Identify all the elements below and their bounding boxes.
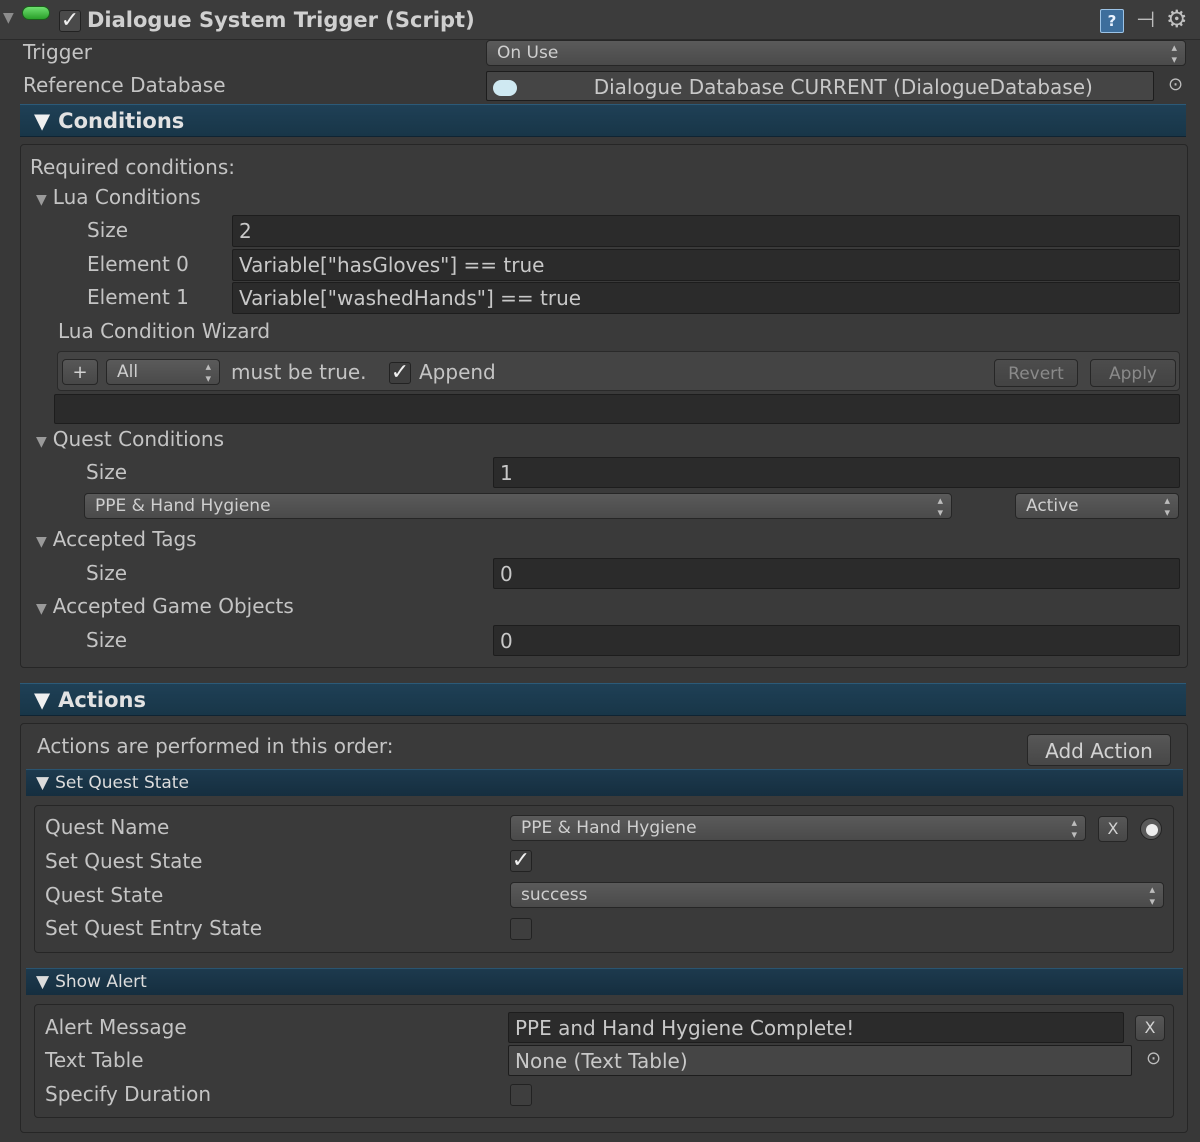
trigger-dropdown[interactable]: On Use ▴ ▾: [486, 40, 1186, 66]
foldout-arrow-icon: ▼: [34, 109, 51, 133]
specify-duration-label: Specify Duration: [45, 1082, 211, 1106]
quest-state-label: Quest State: [45, 883, 164, 907]
dropdown-arrows-icon: ▴ ▾: [205, 360, 211, 385]
quest-name-clear-button[interactable]: X: [1098, 816, 1128, 842]
required-conditions-label: Required conditions:: [30, 155, 235, 179]
wizard-mode-value: All: [117, 362, 139, 382]
quest-size-field[interactable]: 1: [493, 457, 1180, 488]
dropdown-arrows-icon: ▴ ▾: [1164, 494, 1170, 519]
object-picker-icon[interactable]: ⊙: [1168, 74, 1183, 95]
quest-condition-name-value: PPE & Hand Hygiene: [95, 496, 271, 516]
conditions-section-header[interactable]: ▼ Conditions: [20, 104, 1186, 137]
foldout-arrow-icon[interactable]: ▼: [3, 10, 14, 26]
set-quest-entry-state-checkbox[interactable]: [510, 918, 532, 940]
quest-name-value: PPE & Hand Hygiene: [521, 818, 697, 838]
show-alert-title: Show Alert: [55, 972, 147, 992]
alert-message-clear-button[interactable]: X: [1135, 1015, 1165, 1041]
quest-condition-state-dropdown[interactable]: Active ▴ ▾: [1015, 493, 1179, 519]
actions-section-header[interactable]: ▼ Actions: [20, 683, 1186, 716]
lua-element-1-label: Element 1: [87, 285, 189, 309]
quest-size-label: Size: [86, 460, 128, 484]
set-quest-state-checkbox[interactable]: ✓: [510, 850, 532, 872]
tags-size-field[interactable]: 0: [493, 558, 1180, 589]
revert-button[interactable]: Revert: [994, 359, 1078, 387]
foldout-arrow-icon: ▼: [36, 192, 47, 208]
lua-element-1-field[interactable]: Variable["washedHands"] == true: [232, 282, 1180, 314]
specify-duration-checkbox[interactable]: [510, 1084, 532, 1106]
accepted-gameobjects-foldout[interactable]: ▼ Accepted Game Objects: [36, 594, 294, 621]
foldout-arrow-icon: ▼: [36, 972, 50, 992]
foldout-arrow-icon: ▼: [36, 434, 47, 450]
wizard-output-field[interactable]: [54, 394, 1180, 424]
component-enabled-checkbox[interactable]: ✓: [59, 10, 81, 32]
component-title: Dialogue System Trigger (Script): [87, 8, 475, 32]
set-quest-state-title: Set Quest State: [55, 773, 189, 793]
set-quest-state-label: Set Quest State: [45, 849, 203, 873]
gear-icon[interactable]: ⚙: [1166, 5, 1188, 33]
add-action-button[interactable]: Add Action: [1027, 734, 1171, 766]
dropdown-arrows-icon: ▴ ▾: [1171, 41, 1177, 66]
actions-order-label: Actions are performed in this order:: [37, 734, 394, 758]
foldout-arrow-icon: ▼: [36, 601, 47, 617]
quest-state-value: success: [521, 885, 588, 905]
dropdown-arrows-icon: ▴ ▾: [937, 494, 943, 519]
text-table-label: Text Table: [45, 1048, 144, 1072]
reference-database-field[interactable]: Dialogue Database CURRENT (DialogueDatab…: [486, 71, 1154, 101]
script-component-icon: [22, 6, 50, 20]
set-quest-state-header[interactable]: ▼ Set Quest State: [26, 769, 1183, 796]
accepted-tags-title: Accepted Tags: [52, 527, 197, 551]
conditions-title: Conditions: [58, 109, 185, 133]
preset-icon[interactable]: ⊣: [1136, 8, 1155, 33]
quest-condition-state-value: Active: [1026, 496, 1079, 516]
trigger-label: Trigger: [23, 40, 92, 64]
dropdown-arrows-icon: ▴ ▾: [1149, 883, 1155, 908]
accepted-tags-foldout[interactable]: ▼ Accepted Tags: [36, 527, 197, 554]
wizard-mode-dropdown[interactable]: All ▴ ▾: [106, 359, 220, 385]
must-be-true-label: must be true.: [231, 360, 367, 384]
help-book-icon[interactable]: ?: [1100, 9, 1124, 33]
trigger-value: On Use: [497, 43, 559, 63]
quest-state-dropdown[interactable]: success ▴ ▾: [510, 882, 1164, 908]
foldout-arrow-icon: ▼: [36, 773, 50, 793]
tags-size-label: Size: [86, 561, 128, 585]
show-alert-header[interactable]: ▼ Show Alert: [26, 968, 1183, 995]
foldout-arrow-icon: ▼: [36, 534, 47, 550]
actions-title: Actions: [58, 688, 146, 712]
wizard-add-button[interactable]: +: [62, 359, 98, 385]
lua-conditions-foldout[interactable]: ▼ Lua Conditions: [36, 185, 201, 212]
lua-size-label: Size: [87, 218, 129, 242]
lua-conditions-title: Lua Conditions: [52, 185, 201, 209]
quest-name-label: Quest Name: [45, 815, 170, 839]
radio-dot-inner: [1146, 824, 1158, 836]
quest-conditions-title: Quest Conditions: [52, 427, 224, 451]
reference-database-value: Dialogue Database CURRENT (DialogueDatab…: [593, 75, 1093, 99]
database-icon: [493, 80, 517, 96]
quest-conditions-foldout[interactable]: ▼ Quest Conditions: [36, 427, 224, 454]
alert-message-field[interactable]: PPE and Hand Hygiene Complete!: [508, 1012, 1124, 1043]
radio-dot-icon[interactable]: [1140, 818, 1162, 840]
quest-condition-name-dropdown[interactable]: PPE & Hand Hygiene ▴ ▾: [84, 493, 952, 519]
lua-size-field[interactable]: 2: [232, 215, 1180, 247]
foldout-arrow-icon: ▼: [34, 688, 51, 712]
lua-element-0-label: Element 0: [87, 252, 189, 276]
text-table-field[interactable]: None (Text Table): [508, 1045, 1132, 1076]
dropdown-arrows-icon: ▴ ▾: [1071, 816, 1077, 841]
alert-message-label: Alert Message: [45, 1015, 187, 1039]
lua-element-0-field[interactable]: Variable["hasGloves"] == true: [232, 249, 1180, 281]
gameobjects-size-label: Size: [86, 628, 128, 652]
quest-name-dropdown[interactable]: PPE & Hand Hygiene ▴ ▾: [510, 815, 1086, 841]
reference-database-label: Reference Database: [23, 73, 226, 97]
set-quest-entry-state-label: Set Quest Entry State: [45, 916, 263, 940]
lua-condition-wizard-label: Lua Condition Wizard: [58, 319, 271, 343]
append-label: Append: [419, 360, 496, 384]
apply-button[interactable]: Apply: [1090, 359, 1176, 387]
append-checkbox[interactable]: ✓: [389, 362, 411, 384]
object-picker-icon[interactable]: ⊙: [1146, 1048, 1161, 1069]
gameobjects-size-field[interactable]: 0: [493, 625, 1180, 656]
accepted-gameobjects-title: Accepted Game Objects: [52, 594, 294, 618]
